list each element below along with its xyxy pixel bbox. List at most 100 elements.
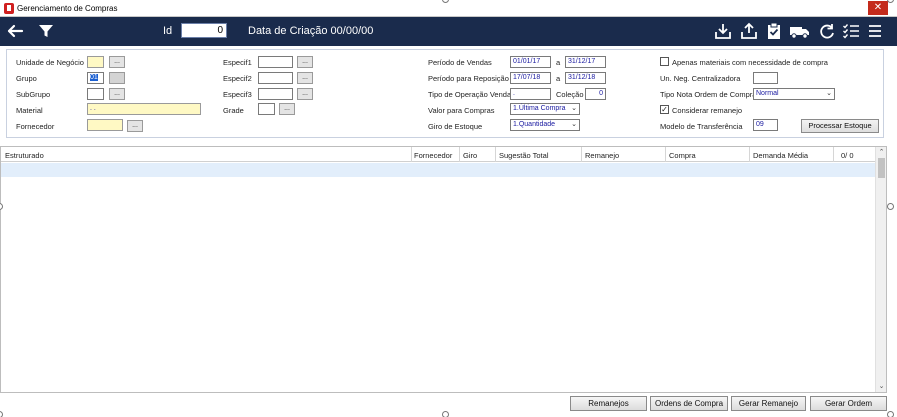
grade-input[interactable] xyxy=(258,103,275,115)
especif3-input[interactable] xyxy=(258,88,293,100)
grade-lookup-button[interactable]: ... xyxy=(279,103,295,115)
periodo-vendas-start-input[interactable]: 01/01/17 xyxy=(510,56,551,68)
col-remanejo[interactable]: Remanejo xyxy=(585,151,619,160)
subgrupo-lookup-button[interactable]: ... xyxy=(109,88,125,100)
column-divider xyxy=(411,147,412,162)
tipo-nota-select[interactable]: Normal ⌄ xyxy=(753,88,835,100)
tipo-nota-value: Normal xyxy=(756,90,779,97)
periodo-reposicao-start-input[interactable]: 17/07/18 xyxy=(510,72,551,84)
clipboard-check-icon[interactable] xyxy=(765,22,783,40)
column-divider xyxy=(459,147,460,162)
processar-estoque-button[interactable]: Processar Estoque xyxy=(801,119,879,133)
grid-header: Estruturado Fornecedor Giro Sugestão Tot… xyxy=(1,147,876,162)
ordens-de-compra-button[interactable]: Ordens de Compra xyxy=(650,396,728,411)
resize-handle[interactable] xyxy=(887,411,894,417)
refresh-icon[interactable] xyxy=(818,22,836,40)
especif3-lookup-button[interactable]: ... xyxy=(297,88,313,100)
chevron-down-icon: ⌄ xyxy=(571,121,577,128)
table-row[interactable] xyxy=(1,163,876,177)
periodo-vendas-label: Período de Vendas xyxy=(428,58,492,67)
periodo-reposicao-end-input[interactable]: 31/12/18 xyxy=(565,72,606,84)
vertical-scrollbar[interactable]: ⌃ ⌄ xyxy=(875,147,886,392)
scrollbar-thumb[interactable] xyxy=(878,158,885,178)
unidade-lookup-button[interactable]: ... xyxy=(109,56,125,68)
col-sugestao-total[interactable]: Sugestão Total xyxy=(499,151,548,160)
upload-icon[interactable] xyxy=(740,22,758,40)
un-neg-input[interactable] xyxy=(753,72,778,84)
resize-handle[interactable] xyxy=(0,411,3,417)
considerar-label: Considerar remanejo xyxy=(672,106,743,115)
column-divider xyxy=(665,147,666,162)
considerar-checkbox[interactable]: ✓ xyxy=(660,105,669,114)
giro-estoque-value: 1.Quantidade xyxy=(513,121,556,128)
material-label: Material xyxy=(16,106,43,115)
unidade-input[interactable] xyxy=(87,56,104,68)
title-bar: Gerenciamento de Compras ✕ xyxy=(0,0,897,17)
fornecedor-label: Fornecedor xyxy=(16,122,55,131)
tipo-operacao-input[interactable]: . xyxy=(510,88,551,100)
giro-estoque-select[interactable]: 1.Quantidade ⌄ xyxy=(510,119,580,131)
column-divider xyxy=(833,147,834,162)
material-input[interactable]: . . xyxy=(87,103,201,115)
download-icon[interactable] xyxy=(714,22,732,40)
modelo-label: Modelo de Transferência xyxy=(660,122,743,131)
unidade-label: Unidade de Negócio xyxy=(16,58,84,67)
menu-icon[interactable] xyxy=(866,22,884,40)
subgrupo-input[interactable] xyxy=(87,88,104,100)
periodo-vendas-end-input[interactable]: 31/12/17 xyxy=(565,56,606,68)
periodo-vendas-a: a xyxy=(556,58,561,67)
periodo-reposicao-label: Período para Reposição xyxy=(428,74,509,83)
grupo-label: Grupo xyxy=(16,74,37,83)
id-field[interactable]: 0 xyxy=(181,23,227,38)
especif2-lookup-button[interactable]: ... xyxy=(297,72,313,84)
especif3-label: Especif3 xyxy=(223,90,252,99)
especif1-label: Especif1 xyxy=(223,58,252,67)
truck-icon[interactable] xyxy=(789,22,811,40)
column-divider xyxy=(495,147,496,162)
apenas-checkbox[interactable] xyxy=(660,57,669,66)
window-title: Gerenciamento de Compras xyxy=(17,4,118,13)
filter-form: Unidade de Negócio ... Grupo 01 SubGrupo… xyxy=(6,49,884,138)
colecao-input[interactable]: 0 xyxy=(585,88,606,100)
remanejos-button[interactable]: Remanejos xyxy=(570,396,647,411)
col-demanda-media[interactable]: Demanda Média xyxy=(753,151,808,160)
gerar-remanejo-button[interactable]: Gerar Remanejo xyxy=(731,396,806,411)
id-label: Id xyxy=(163,25,173,37)
column-divider xyxy=(749,147,750,162)
scroll-down-icon[interactable]: ⌄ xyxy=(877,382,886,391)
col-estruturado[interactable]: Estruturado xyxy=(5,151,44,160)
grupo-input[interactable]: 01 xyxy=(87,72,104,84)
resize-handle[interactable] xyxy=(442,411,449,417)
colecao-label: Coleção xyxy=(556,90,584,99)
valor-compras-select[interactable]: 1.Última Compra ⌄ xyxy=(510,103,580,115)
column-divider xyxy=(581,147,582,162)
giro-estoque-label: Giro de Estoque xyxy=(428,122,483,131)
fornecedor-input[interactable] xyxy=(87,119,123,131)
results-grid: Estruturado Fornecedor Giro Sugestão Tot… xyxy=(0,146,887,393)
col-record-count: 0/ 0 xyxy=(841,151,854,160)
scroll-up-icon[interactable]: ⌃ xyxy=(877,148,886,157)
close-button[interactable]: ✕ xyxy=(868,1,888,15)
especif1-input[interactable] xyxy=(258,56,293,68)
creation-date: Data de Criação 00/00/00 xyxy=(248,25,374,37)
main-toolbar: Id 0 Data de Criação 00/00/00 xyxy=(0,17,897,46)
especif1-lookup-button[interactable]: ... xyxy=(297,56,313,68)
grupo-lookup-button[interactable] xyxy=(109,72,125,84)
grupo-value: 01 xyxy=(90,74,98,81)
back-arrow-icon[interactable] xyxy=(6,22,24,40)
resize-handle[interactable] xyxy=(887,203,894,210)
chevron-down-icon: ⌄ xyxy=(571,105,577,112)
filter-icon[interactable] xyxy=(37,22,55,40)
col-fornecedor[interactable]: Fornecedor xyxy=(414,151,452,160)
tipo-operacao-label: Tipo de Operação Vendas xyxy=(428,90,515,99)
gerar-ordem-button[interactable]: Gerar Ordem xyxy=(810,396,887,411)
col-compra[interactable]: Compra xyxy=(669,151,696,160)
fornecedor-lookup-button[interactable]: ... xyxy=(127,120,143,132)
app-icon xyxy=(4,3,14,14)
checklist-icon[interactable] xyxy=(842,22,860,40)
especif2-input[interactable] xyxy=(258,72,293,84)
col-giro[interactable]: Giro xyxy=(463,151,477,160)
subgrupo-label: SubGrupo xyxy=(16,90,51,99)
grade-label: Grade xyxy=(223,106,244,115)
modelo-input[interactable]: 09 xyxy=(753,119,778,131)
